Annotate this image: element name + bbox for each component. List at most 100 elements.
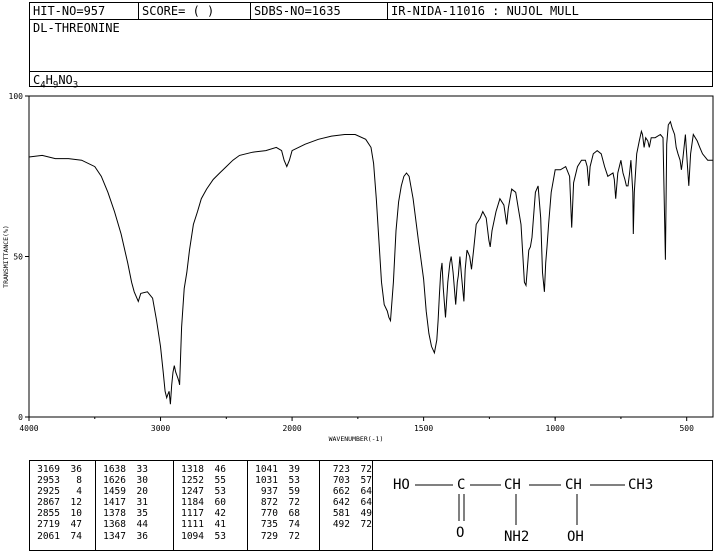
peak-transmittance: 68 bbox=[288, 508, 300, 520]
peak-wavenumber: 1347 bbox=[103, 530, 126, 542]
peak-row: 1111 41 bbox=[174, 519, 247, 530]
peak-wavenumber: 1117 bbox=[181, 508, 204, 520]
peak-row: 2855 10 bbox=[30, 508, 95, 519]
peak-row: 1318 46 bbox=[174, 464, 247, 475]
peak-row: 2719 47 bbox=[30, 519, 95, 530]
x-tick-label: 2000 bbox=[282, 424, 301, 433]
peak-wavenumber: 937 bbox=[260, 486, 278, 498]
peak-transmittance: 30 bbox=[136, 475, 148, 487]
peak-wavenumber: 1318 bbox=[181, 464, 204, 475]
peak-column: 723 72 703 57 662 64 642 64 581 49 492 72 bbox=[320, 461, 374, 550]
peak-transmittance: 53 bbox=[288, 475, 300, 487]
peak-wavenumber: 770 bbox=[260, 508, 278, 520]
peak-wavenumber: 703 bbox=[332, 475, 350, 487]
x-tick-label: 1000 bbox=[546, 424, 565, 433]
spectrum-line bbox=[28, 120, 713, 405]
peak-wavenumber: 1638 bbox=[103, 464, 126, 475]
peak-row: 581 49 bbox=[320, 508, 374, 519]
peak-wavenumber: 2061 bbox=[37, 530, 60, 542]
peak-transmittance: 53 bbox=[214, 486, 226, 498]
peak-transmittance: 36 bbox=[136, 530, 148, 542]
peak-row: 703 57 bbox=[320, 475, 374, 486]
atom-ho: HO bbox=[393, 477, 410, 493]
peak-transmittance: 55 bbox=[214, 475, 226, 487]
peak-transmittance: 36 bbox=[70, 464, 82, 475]
peak-row: 1626 30 bbox=[96, 475, 173, 486]
peak-wavenumber: 2925 bbox=[37, 486, 60, 498]
peak-column: 1638 33 1626 30 1459 20 1417 31 1378 35 1368 44 1347… bbox=[96, 461, 174, 550]
atom-ch1: CH bbox=[504, 477, 521, 493]
atom-ch3: CH3 bbox=[628, 477, 653, 493]
peak-transmittance: 44 bbox=[136, 519, 148, 531]
x-tick-label: 1500 bbox=[414, 424, 433, 433]
x-tick-label: 3000 bbox=[151, 424, 170, 433]
peak-wavenumber: 2719 bbox=[37, 519, 60, 531]
peak-transmittance: 41 bbox=[214, 519, 226, 531]
peak-transmittance: 8 bbox=[76, 475, 82, 487]
molecular-structure: HO C CH CH CH3 O NH2 OH bbox=[393, 477, 653, 545]
peak-row: 2953 8 bbox=[30, 475, 95, 486]
atom-c1: C bbox=[457, 477, 465, 493]
peak-wavenumber: 2867 bbox=[37, 497, 60, 509]
peak-row: 2925 4 bbox=[30, 486, 95, 497]
peak-row: 662 64 bbox=[320, 486, 374, 497]
peak-column: 1318 46 1252 55 1247 53 1184 60 1117 42 1111 41 1094… bbox=[174, 461, 248, 550]
peak-wavenumber: 1378 bbox=[103, 508, 126, 520]
peak-wavenumber: 1626 bbox=[103, 475, 126, 487]
y-tick-label: 50 bbox=[13, 253, 23, 262]
ir-spectrum-chart: 0 50 100 4000 3000 2000 1500 1000 500 WAVENUMBER(… bbox=[2, 92, 714, 443]
peak-wavenumber: 735 bbox=[260, 519, 278, 531]
peak-wavenumber: 2855 bbox=[37, 508, 60, 520]
peak-wavenumber: 1041 bbox=[255, 464, 278, 475]
peak-transmittance: 72 bbox=[360, 519, 372, 531]
peak-row: 3169 36 bbox=[30, 464, 95, 475]
x-axis-label: WAVENUMBER(-1) bbox=[329, 435, 384, 443]
peak-row: 1117 42 bbox=[174, 508, 247, 519]
atom-oh: OH bbox=[567, 529, 584, 545]
peak-wavenumber: 3169 bbox=[37, 464, 60, 475]
peak-row: 872 72 bbox=[248, 497, 319, 508]
peak-wavenumber: 492 bbox=[332, 519, 350, 531]
peak-wavenumber: 642 bbox=[332, 497, 350, 509]
peak-wavenumber: 1184 bbox=[181, 497, 204, 509]
peak-row: 1094 53 bbox=[174, 531, 247, 542]
peak-transmittance: 72 bbox=[360, 464, 372, 475]
peak-transmittance: 12 bbox=[70, 497, 82, 509]
peak-transmittance: 35 bbox=[136, 508, 148, 520]
peak-transmittance: 74 bbox=[288, 519, 300, 531]
peak-transmittance: 33 bbox=[136, 464, 148, 475]
peak-row: 1417 31 bbox=[96, 497, 173, 508]
peak-row: 1347 36 bbox=[96, 531, 173, 542]
peak-row: 735 74 bbox=[248, 519, 319, 530]
y-tick-label: 100 bbox=[9, 92, 24, 101]
peak-transmittance: 10 bbox=[70, 508, 82, 520]
peak-row: 770 68 bbox=[248, 508, 319, 519]
peak-row: 1638 33 bbox=[96, 464, 173, 475]
peak-transmittance: 20 bbox=[136, 486, 148, 498]
y-axis-label: TRANSMITTANCE(%) bbox=[2, 225, 10, 288]
peak-wavenumber: 1247 bbox=[181, 486, 204, 498]
structure-panel: HO C CH CH CH3 O NH2 OH bbox=[373, 460, 713, 551]
peak-transmittance: 49 bbox=[360, 508, 372, 520]
peak-transmittance: 31 bbox=[136, 497, 148, 509]
peak-wavenumber: 662 bbox=[332, 486, 350, 498]
peak-row: 1459 20 bbox=[96, 486, 173, 497]
peak-row: 2061 74 bbox=[30, 531, 95, 542]
peak-wavenumber: 1368 bbox=[103, 519, 126, 531]
x-tick-label: 4000 bbox=[19, 424, 38, 433]
plot-frame bbox=[28, 95, 714, 418]
peak-wavenumber: 1111 bbox=[181, 519, 204, 531]
atom-ch2: CH bbox=[565, 477, 582, 493]
peak-row: 1041 39 bbox=[248, 464, 319, 475]
peak-transmittance: 47 bbox=[70, 519, 82, 531]
peak-wavenumber: 581 bbox=[332, 508, 350, 520]
peak-table: 3169 36 2953 8 2925 4 2867 12 2855 10 2719 47 2061 74… bbox=[29, 460, 373, 551]
peak-wavenumber: 1252 bbox=[181, 475, 204, 487]
peak-transmittance: 46 bbox=[214, 464, 226, 475]
peak-transmittance: 60 bbox=[214, 497, 226, 509]
atom-nh2: NH2 bbox=[504, 529, 529, 545]
peak-wavenumber: 729 bbox=[260, 530, 278, 542]
peak-transmittance: 74 bbox=[70, 530, 82, 542]
peak-transmittance: 53 bbox=[214, 530, 226, 542]
peak-transmittance: 64 bbox=[360, 486, 372, 498]
